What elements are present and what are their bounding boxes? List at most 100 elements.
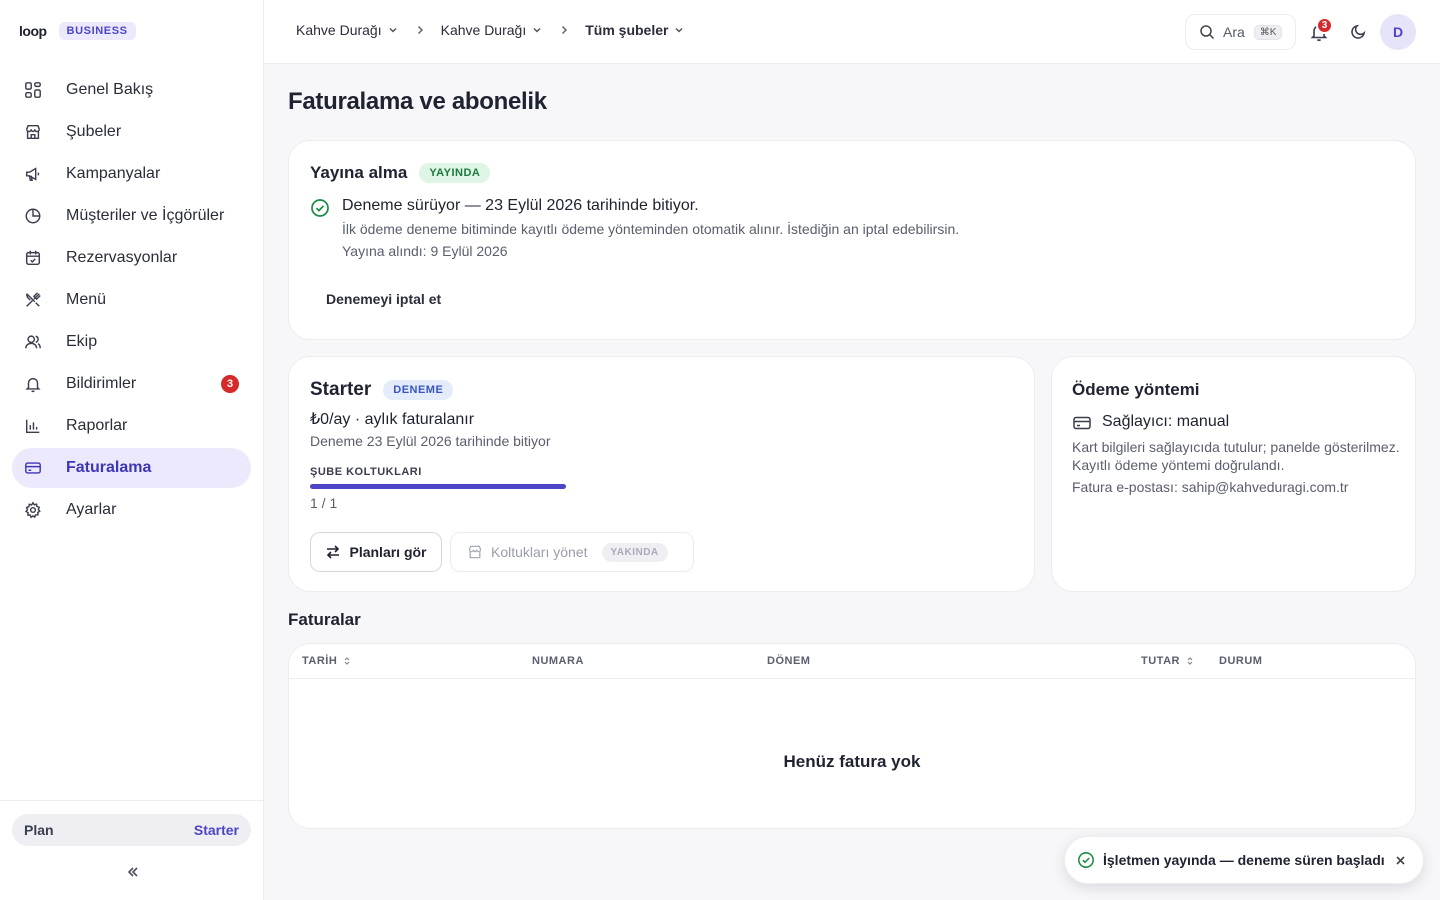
sidebar-item-label: Kampanyalar	[66, 165, 161, 182]
breadcrumb: Kahve Durağı Kahve Durağı Tüm şubeler	[296, 22, 685, 38]
sidebar-item-label: Bildirimler	[66, 375, 137, 392]
column-header-amount[interactable]: TUTAR	[1141, 655, 1195, 667]
sidebar-item-faturalama[interactable]: Faturalama	[12, 448, 251, 488]
breadcrumb-label: Kahve Durağı	[296, 22, 382, 38]
published-date: Yayına alındı: 9 Eylül 2026	[342, 243, 508, 259]
credit-card-icon	[1072, 413, 1092, 433]
sidebar-footer: Plan Starter	[0, 800, 263, 900]
plan-name: Starter	[310, 379, 372, 400]
sidebar-item-subeler[interactable]: Şubeler	[12, 112, 251, 152]
chevron-right-icon	[557, 23, 571, 37]
search-label: Ara	[1223, 24, 1245, 40]
page-title: Faturalama ve abonelik	[288, 88, 547, 115]
breadcrumb-brand[interactable]: Kahve Durağı	[441, 22, 544, 38]
column-header-period: DÖNEM	[767, 655, 810, 667]
payment-verified-note: Kayıtlı ödeme yöntemi doğrulandı.	[1072, 457, 1285, 473]
trial-end-note: Deneme 23 Eylül 2026 tarihinde bitiyor	[310, 433, 551, 449]
breadcrumb-label: Kahve Durağı	[440, 22, 527, 38]
sidebar-item-bildirimler[interactable]: Bildirimler 3	[12, 364, 251, 404]
seats-progress-fill	[310, 484, 566, 489]
plan-value: Starter	[193, 822, 239, 838]
column-label: NUMARA	[532, 655, 584, 667]
search-button[interactable]: Ara ⌘K	[1185, 14, 1296, 50]
invoice-email: Fatura e-postası: sahip@kahveduragi.com.…	[1072, 479, 1349, 495]
breadcrumb-branches[interactable]: Tüm şubeler	[585, 22, 685, 38]
gear-icon	[24, 501, 42, 519]
trial-badge: DENEME	[383, 380, 454, 400]
sidebar-item-label: Ayarlar	[66, 501, 117, 518]
grid-icon	[24, 81, 42, 99]
sidebar-item-ekip[interactable]: Ekip	[12, 322, 251, 362]
sidebar-item-raporlar[interactable]: Raporlar	[12, 406, 251, 446]
toast-message: İşletmen yayında — deneme süren başladı	[1103, 852, 1385, 868]
theme-toggle-moon-icon[interactable]	[1350, 23, 1367, 40]
coming-soon-badge: YAKINDA	[601, 542, 668, 562]
store-icon	[24, 123, 42, 141]
sidebar-item-label: Raporlar	[66, 417, 128, 434]
sidebar-item-rezervasyonlar[interactable]: Rezervasyonlar	[12, 238, 251, 278]
column-header-date[interactable]: TARİH	[302, 655, 352, 667]
tier-badge: BUSINESS	[58, 22, 136, 40]
brand[interactable]: loop BUSINESS	[19, 22, 136, 40]
check-circle-icon	[310, 198, 330, 218]
collapse-sidebar-icon[interactable]	[124, 863, 142, 881]
sort-icon	[342, 656, 352, 666]
sidebar-item-label: Ekip	[66, 333, 98, 350]
view-plans-button[interactable]: Planları gör	[310, 532, 442, 572]
chevron-down-icon	[673, 24, 685, 36]
payment-note: Kart bilgileri sağlayıcıda tutulur; pane…	[1072, 439, 1400, 455]
column-label: DÖNEM	[767, 655, 811, 667]
payment-method-title: Ödeme yöntemi	[1072, 380, 1200, 399]
seats-label: ŞUBE KOLTUKLARI	[310, 466, 422, 478]
invoices-title: Faturalar	[288, 610, 361, 629]
publish-card: Yayına alma YAYINDA Deneme sürüyor — 23 …	[288, 140, 1416, 340]
swap-arrows-icon	[325, 544, 341, 560]
toast-notification: İşletmen yayında — deneme süren başladı	[1064, 836, 1424, 884]
breadcrumb-label: Tüm şubeler	[585, 22, 669, 38]
publish-card-header: Yayına alma YAYINDA	[310, 163, 491, 183]
cancel-trial-button[interactable]: Denemeyi iptal et	[310, 281, 457, 317]
manage-seats-button: Koltukları yönet YAKINDA	[450, 532, 694, 572]
seats-count: 1 / 1	[310, 495, 338, 511]
sidebar-item-ayarlar[interactable]: Ayarlar	[12, 490, 251, 530]
sidebar-item-kampanyalar[interactable]: Kampanyalar	[12, 154, 251, 194]
view-plans-label: Planları gör	[349, 544, 427, 560]
notification-count-badge: 3	[221, 375, 239, 393]
pie-chart-icon	[24, 207, 42, 225]
sidebar-item-label: Genel Bakış	[66, 81, 154, 98]
manage-seats-label: Koltukları yönet	[491, 544, 588, 560]
table-header: TARİH NUMARA DÖNEM TUTAR DURUM	[289, 644, 1415, 679]
invoices-table: TARİH NUMARA DÖNEM TUTAR DURUM Henüz fat…	[288, 643, 1416, 829]
plan-card-header: Starter DENEME	[310, 379, 454, 401]
utensils-icon	[24, 291, 42, 309]
logo: loop	[19, 23, 47, 39]
close-icon[interactable]	[1394, 854, 1407, 867]
credit-card-icon	[24, 459, 42, 477]
users-icon	[24, 333, 42, 351]
sidebar-item-musteriler[interactable]: Müşteriler ve İçgörüler	[12, 196, 251, 236]
chevron-down-icon	[387, 24, 399, 36]
notifications-count-badge: 3	[1316, 17, 1333, 34]
plan-indicator[interactable]: Plan Starter	[12, 814, 251, 846]
sidebar-item-genel-bakis[interactable]: Genel Bakış	[12, 70, 251, 110]
status-badge: YAYINDA	[419, 163, 491, 183]
sort-icon	[1185, 656, 1195, 666]
trial-note: İlk ödeme deneme bitiminde kayıtlı ödeme…	[342, 221, 960, 237]
plan-card: Starter DENEME ₺0/ay · aylık faturalanır…	[288, 356, 1035, 592]
bar-chart-icon	[24, 417, 42, 435]
payment-method-card: Ödeme yöntemi Sağlayıcı: manual Kart bil…	[1051, 356, 1416, 592]
bell-icon	[24, 375, 42, 393]
seats-progress-bar	[310, 484, 566, 489]
avatar[interactable]: D	[1380, 14, 1416, 50]
check-circle-icon	[1077, 851, 1095, 869]
column-label: TUTAR	[1141, 655, 1180, 667]
sidebar-nav: Genel Bakış Şubeler Kampanyalar Müşteril…	[12, 70, 251, 532]
sidebar: loop BUSINESS Genel Bakış Şubeler Kampan…	[0, 0, 264, 900]
sidebar-item-label: Müşteriler ve İçgörüler	[66, 207, 225, 224]
chevron-right-icon	[413, 23, 427, 37]
column-label: TARİH	[302, 655, 338, 667]
sidebar-item-label: Faturalama	[66, 459, 152, 476]
sidebar-item-menu[interactable]: Menü	[12, 280, 251, 320]
breadcrumb-business[interactable]: Kahve Durağı	[296, 22, 399, 38]
publish-card-title: Yayına alma	[310, 163, 408, 182]
